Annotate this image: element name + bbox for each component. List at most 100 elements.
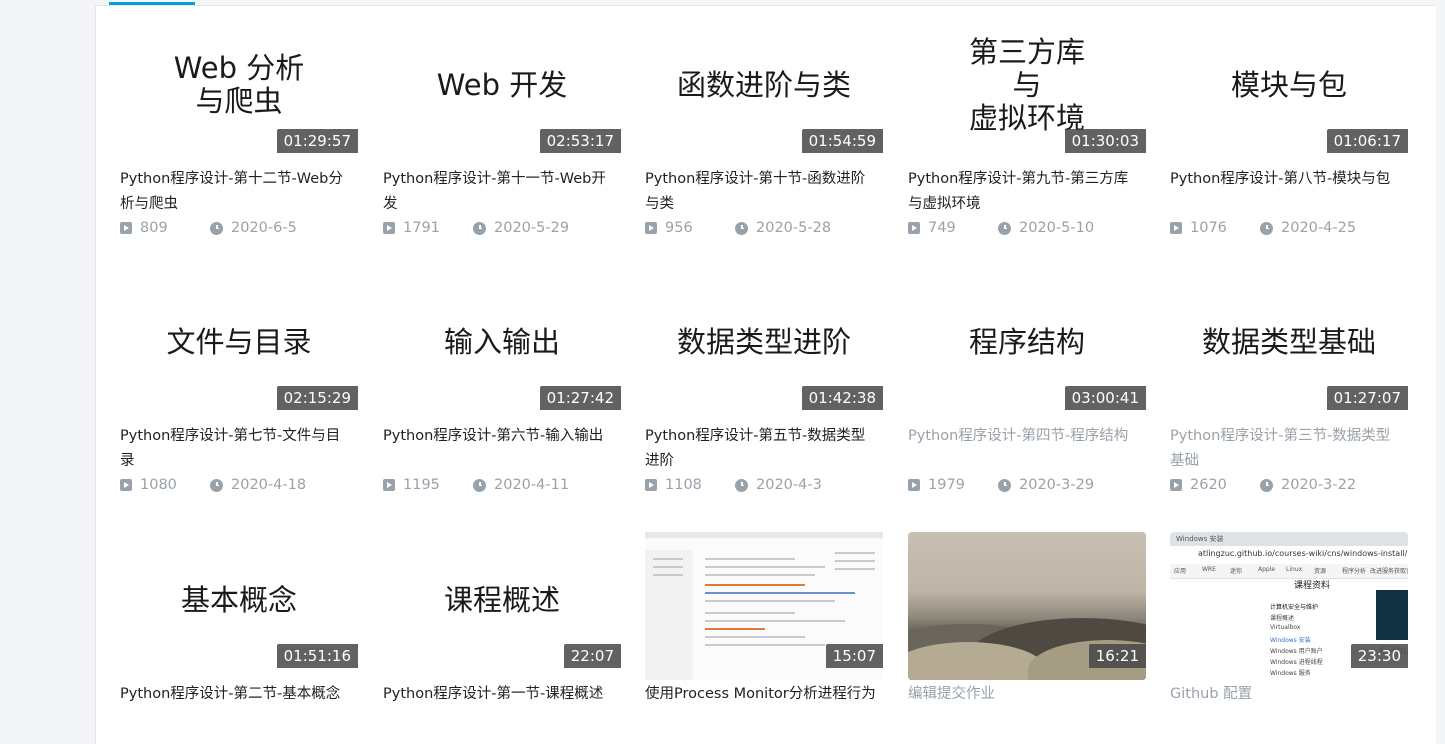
clock-icon <box>735 478 748 492</box>
video-thumbnail[interactable]: Web 分析 与爬虫 01:29:57 <box>120 17 358 165</box>
video-card[interactable]: Windows 安装 atlingzuc.github.io/courses-wi… <box>1170 532 1408 732</box>
upload-date: 2020-4-11 <box>494 477 570 493</box>
video-thumbnail[interactable]: 模块与包 01:06:17 <box>1170 17 1408 165</box>
video-card[interactable]: 数据类型基础 01:27:07 Python程序设计-第三节-数据类型基础 2620 2… <box>1170 274 1408 495</box>
screenshot-text: Windows 用户账户 <box>1270 648 1323 655</box>
duration-badge: 01:42:38 <box>801 386 883 410</box>
video-title-link[interactable]: Python程序设计-第十二节-Web分析与爬虫 <box>120 167 358 217</box>
clock-icon <box>210 221 223 235</box>
video-card[interactable]: 15:07 使用Process Monitor分析进程行为 <box>645 532 883 732</box>
screenshot-text: 改进服务获取资源 <box>1370 568 1408 575</box>
video-thumbnail[interactable]: 16:21 <box>908 532 1146 680</box>
clock-icon <box>1260 221 1273 235</box>
video-card[interactable]: 课程概述 22:07 Python程序设计-第一节-课程概述 <box>383 532 621 732</box>
video-meta: 2620 2020-3-22 <box>1170 475 1408 495</box>
video-card[interactable]: 16:21 编辑提交作业 <box>908 532 1146 732</box>
video-card[interactable]: 程序结构 03:00:41 Python程序设计-第四节-程序结构 1979 2020-… <box>908 274 1146 495</box>
play-count-icon <box>908 222 920 234</box>
upload-date: 2020-3-29 <box>1019 477 1095 493</box>
video-title-link[interactable]: Python程序设计-第三节-数据类型基础 <box>1170 424 1408 474</box>
duration-badge: 15:07 <box>825 644 883 668</box>
video-thumbnail[interactable]: 数据类型进阶 01:42:38 <box>645 274 883 422</box>
clock-icon <box>998 478 1011 492</box>
video-thumbnail[interactable]: 程序结构 03:00:41 <box>908 274 1146 422</box>
video-card[interactable]: 数据类型进阶 01:42:38 Python程序设计-第五节-数据类型进阶 1108 2… <box>645 274 883 495</box>
video-thumbnail[interactable]: 数据类型基础 01:27:07 <box>1170 274 1408 422</box>
duration-badge: 22:07 <box>563 644 621 668</box>
screenshot-text: Windows 安装 <box>1270 637 1311 644</box>
duration-badge: 01:27:07 <box>1326 386 1408 410</box>
upload-date: 2020-3-22 <box>1281 477 1357 493</box>
video-meta: 1979 2020-3-29 <box>908 475 1146 495</box>
video-title-link[interactable]: Python程序设计-第六节-输入输出 <box>383 424 621 474</box>
video-title-link[interactable]: Python程序设计-第四节-程序结构 <box>908 424 1146 474</box>
play-count: 1791 <box>403 220 440 236</box>
play-count-icon <box>383 479 395 491</box>
play-count: 749 <box>928 220 956 236</box>
video-title-link[interactable]: Python程序设计-第九节-第三方库与虚拟环境 <box>908 167 1146 217</box>
play-count: 1108 <box>665 477 702 493</box>
video-thumbnail[interactable]: 输入输出 01:27:42 <box>383 274 621 422</box>
video-thumbnail[interactable]: 15:07 <box>645 532 883 680</box>
video-thumbnail[interactable]: 基本概念 01:51:16 <box>120 532 358 680</box>
video-meta: 1076 2020-4-25 <box>1170 218 1408 238</box>
clock-icon <box>998 221 1011 235</box>
play-count-icon <box>908 479 920 491</box>
screenshot-text: Virtualbox <box>1270 624 1301 631</box>
video-card[interactable]: Web 开发 02:53:17 Python程序设计-第十一节-Web开发 1791 2… <box>383 17 621 238</box>
video-title-link[interactable]: Python程序设计-第十节-函数进阶与类 <box>645 167 883 217</box>
video-card[interactable]: 基本概念 01:51:16 Python程序设计-第二节-基本概念 <box>120 532 358 732</box>
video-title-link[interactable]: Python程序设计-第十一节-Web开发 <box>383 167 621 217</box>
play-count-icon <box>1170 222 1182 234</box>
video-title-link[interactable]: 使用Process Monitor分析进程行为 <box>645 682 883 732</box>
play-count-icon <box>120 222 132 234</box>
video-title-link[interactable]: Python程序设计-第五节-数据类型进阶 <box>645 424 883 474</box>
upload-date: 2020-4-18 <box>231 477 307 493</box>
video-card[interactable]: Web 分析 与爬虫 01:29:57 Python程序设计-第十二节-Web分析与… <box>120 17 358 238</box>
video-title-link[interactable]: Python程序设计-第七节-文件与目录 <box>120 424 358 474</box>
upload-date: 2020-5-28 <box>756 220 832 236</box>
duration-badge: 02:53:17 <box>539 129 621 153</box>
video-thumbnail[interactable]: Web 开发 02:53:17 <box>383 17 621 165</box>
duration-badge: 01:29:57 <box>276 129 358 153</box>
screenshot-text: Windows 进程线程 <box>1270 659 1323 666</box>
screenshot-text: 应用 <box>1174 568 1187 575</box>
video-title-link[interactable]: Python程序设计-第二节-基本概念 <box>120 682 358 732</box>
page-edge <box>1437 0 1445 743</box>
play-count: 1080 <box>140 477 177 493</box>
screenshot-text: 课程资料 <box>1294 581 1331 591</box>
video-card[interactable]: 文件与目录 02:15:29 Python程序设计-第七节-文件与目录 1080 202… <box>120 274 358 495</box>
video-card[interactable]: 第三方库 与 虚拟环境 01:30:03 Python程序设计-第九节-第三方库与虚… <box>908 17 1146 238</box>
play-count-icon <box>120 479 132 491</box>
screenshot-text: 迷你 <box>1230 568 1243 575</box>
clock-icon <box>210 478 223 492</box>
upload-date: 2020-4-25 <box>1281 220 1357 236</box>
video-thumbnail[interactable]: Windows 安装 atlingzuc.github.io/courses-wi… <box>1170 532 1408 680</box>
clock-icon <box>473 221 486 235</box>
video-thumbnail[interactable]: 文件与目录 02:15:29 <box>120 274 358 422</box>
video-title-link[interactable]: 编辑提交作业 <box>908 682 1146 732</box>
screenshot-text: Linux <box>1286 566 1303 573</box>
video-title-link[interactable]: Github 配置 <box>1170 682 1408 732</box>
duration-badge: 23:30 <box>1350 644 1408 668</box>
screenshot-text: 程序分析 <box>1342 568 1367 575</box>
screenshot-text: atlingzuc.github.io/courses-wiki/cns/win… <box>1198 549 1408 558</box>
play-count: 2620 <box>1190 477 1227 493</box>
active-tab-indicator <box>109 2 195 5</box>
play-count: 1195 <box>403 477 440 493</box>
video-meta: 809 2020-6-5 <box>120 218 358 238</box>
video-card[interactable]: 函数进阶与类 01:54:59 Python程序设计-第十节-函数进阶与类 956 20… <box>645 17 883 238</box>
video-meta: 1791 2020-5-29 <box>383 218 621 238</box>
video-card[interactable]: 模块与包 01:06:17 Python程序设计-第八节-模块与包 1076 2020-… <box>1170 17 1408 238</box>
video-thumbnail[interactable]: 课程概述 22:07 <box>383 532 621 680</box>
screenshot-text: Windows 服务 <box>1270 670 1311 677</box>
video-card[interactable]: 输入输出 01:27:42 Python程序设计-第六节-输入输出 1195 2020-… <box>383 274 621 495</box>
play-count-icon <box>1170 479 1182 491</box>
video-title-link[interactable]: Python程序设计-第八节-模块与包 <box>1170 167 1408 217</box>
video-thumbnail[interactable]: 第三方库 与 虚拟环境 01:30:03 <box>908 17 1146 165</box>
duration-badge: 01:54:59 <box>801 129 883 153</box>
video-thumbnail[interactable]: 函数进阶与类 01:54:59 <box>645 17 883 165</box>
duration-badge: 01:27:42 <box>539 386 621 410</box>
upload-date: 2020-6-5 <box>231 220 297 236</box>
video-title-link[interactable]: Python程序设计-第一节-课程概述 <box>383 682 621 732</box>
